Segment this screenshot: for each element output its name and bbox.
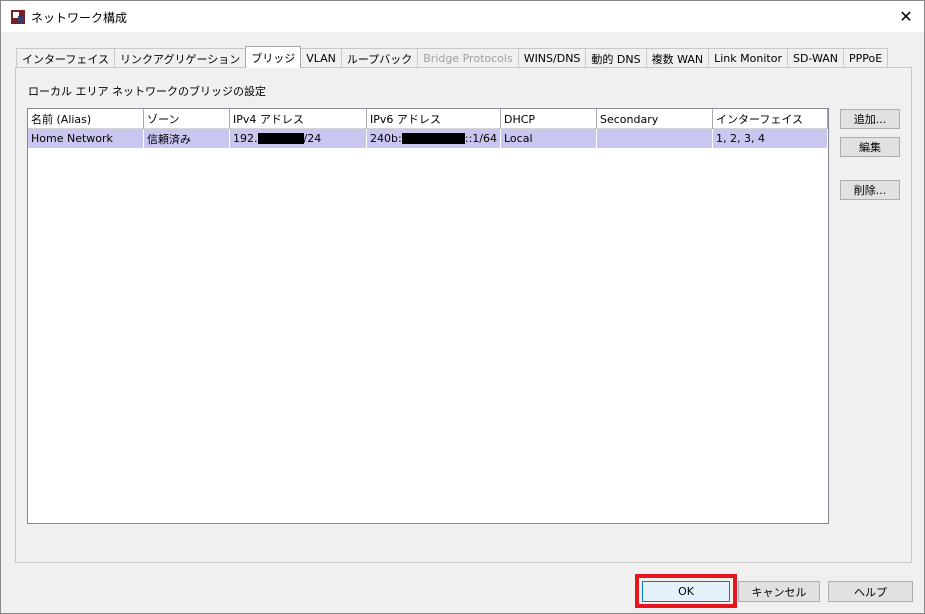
cell-ipv6: 240b:::1/64 <box>367 129 501 148</box>
app-icon <box>11 10 25 24</box>
tab-link-monitor[interactable]: Link Monitor <box>708 48 788 68</box>
tab-bridge-protocols: Bridge Protocols <box>417 48 519 68</box>
bridge-table[interactable]: 名前 (Alias) ゾーン IPv4 アドレス IPv6 アドレス DHCP … <box>27 108 829 524</box>
column-header-secondary[interactable]: Secondary <box>597 109 713 129</box>
tab-link-aggregation[interactable]: リンクアグリゲーション <box>114 48 247 68</box>
ipv4-prefix: 192. <box>233 132 258 145</box>
tab-multi-wan[interactable]: 複数 WAN <box>645 48 710 68</box>
tab-pppoe[interactable]: PPPoE <box>842 48 889 68</box>
network-config-window: ネットワーク構成 ✕ インターフェイス リンクアグリゲーション ブリッジ VLA… <box>0 0 925 614</box>
close-icon: ✕ <box>899 6 913 26</box>
cell-name: Home Network <box>28 129 144 148</box>
column-header-zone[interactable]: ゾーン <box>144 109 230 129</box>
bridge-tab-panel: ローカル エリア ネットワークのブリッジの設定 名前 (Alias) ゾーン I… <box>15 67 912 563</box>
column-header-interfaces[interactable]: インターフェイス <box>713 109 828 129</box>
ipv4-suffix: /24 <box>303 132 322 145</box>
table-header: 名前 (Alias) ゾーン IPv4 アドレス IPv6 アドレス DHCP … <box>28 109 828 129</box>
cancel-button[interactable]: キャンセル <box>738 581 820 602</box>
redaction-bar <box>257 133 304 144</box>
cell-zone: 信頼済み <box>144 129 230 148</box>
ipv6-suffix: ::1/64 <box>464 132 497 145</box>
edit-button[interactable]: 編集 <box>840 137 900 157</box>
cell-interfaces: 1, 2, 3, 4 <box>713 129 828 148</box>
cell-ipv4: 192. /24 <box>230 129 367 148</box>
column-header-name[interactable]: 名前 (Alias) <box>28 109 144 129</box>
tab-loopback[interactable]: ループバック <box>340 48 419 68</box>
window-title: ネットワーク構成 <box>31 11 128 25</box>
tab-bridge[interactable]: ブリッジ <box>245 46 302 68</box>
add-button[interactable]: 追加... <box>840 109 900 129</box>
tab-wins-dns[interactable]: WINS/DNS <box>517 48 587 68</box>
tab-interfaces[interactable]: インターフェイス <box>16 48 116 68</box>
delete-button[interactable]: 削除... <box>840 180 900 200</box>
tab-sd-wan[interactable]: SD-WAN <box>786 48 844 68</box>
close-button[interactable]: ✕ <box>894 5 918 27</box>
cell-dhcp: Local <box>501 129 597 148</box>
section-label: ローカル エリア ネットワークのブリッジの設定 <box>28 85 266 98</box>
help-button[interactable]: ヘルプ <box>828 581 913 602</box>
column-header-dhcp[interactable]: DHCP <box>501 109 597 129</box>
tab-dynamic-dns[interactable]: 動的 DNS <box>585 48 647 68</box>
redaction-bar <box>401 133 465 144</box>
title-bar[interactable]: ネットワーク構成 ✕ <box>1 1 924 32</box>
cell-secondary <box>597 129 713 148</box>
ok-button[interactable]: OK <box>642 581 730 602</box>
ipv6-prefix: 240b: <box>370 132 402 145</box>
column-header-ipv6[interactable]: IPv6 アドレス <box>367 109 501 129</box>
column-header-ipv4[interactable]: IPv4 アドレス <box>230 109 367 129</box>
tab-bar: インターフェイス リンクアグリゲーション ブリッジ VLAN ループバック Br… <box>16 46 889 68</box>
tab-vlan[interactable]: VLAN <box>300 48 342 68</box>
table-row[interactable]: Home Network 信頼済み 192. /24 240b:::1/64 Lo… <box>28 129 828 148</box>
